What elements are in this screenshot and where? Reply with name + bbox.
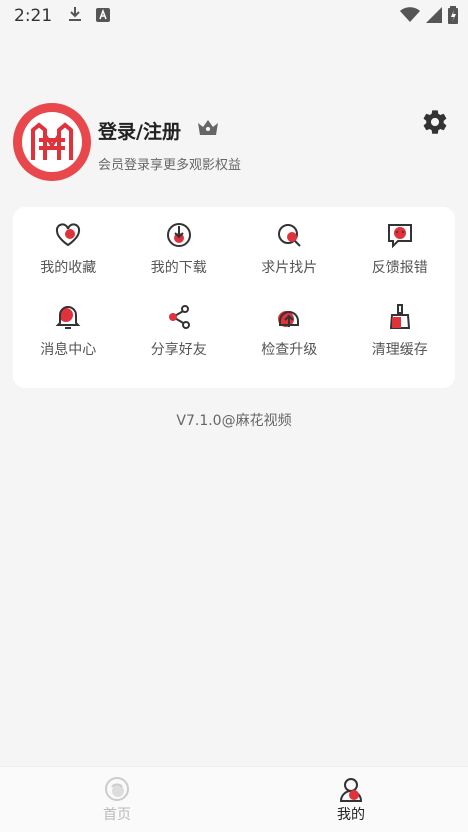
menu-item-share[interactable]: 分享好友 (124, 303, 235, 385)
nav-mine[interactable]: 我的 (234, 767, 468, 832)
status-bar: 2:21 (0, 0, 468, 32)
wifi-icon (400, 7, 420, 27)
nav-home[interactable]: 首页 (0, 767, 234, 832)
menu-item-request-film[interactable]: 求片找片 (234, 221, 345, 303)
broom-icon (386, 303, 414, 331)
avatar[interactable] (13, 103, 91, 181)
nav-label: 首页 (103, 806, 131, 823)
menu-label: 我的收藏 (40, 260, 97, 276)
version-text: V7.1.0@麻花视频 (176, 413, 292, 429)
home-icon (104, 776, 130, 802)
menu-item-messages[interactable]: 消息中心 (13, 303, 124, 385)
menu-card: 我的收藏 我的下载 求片找片 反馈报错 消息中心 分享好友 检查升级 清理缓存 (13, 207, 455, 388)
menu-label: 我的下载 (150, 260, 207, 276)
nav-label: 我的 (337, 806, 365, 823)
profile-subtitle: 会员登录享更多观影权益 (98, 158, 242, 173)
upgrade-icon (275, 303, 303, 331)
menu-label: 反馈报错 (371, 260, 428, 276)
signal-icon (426, 7, 442, 27)
battery-icon (448, 6, 458, 28)
menu-item-check-update[interactable]: 检查升级 (234, 303, 345, 385)
bottom-nav: 首页 我的 (0, 766, 468, 832)
bell-icon (54, 303, 82, 331)
download-status-icon (68, 6, 82, 26)
crown-icon (197, 118, 219, 140)
menu-label: 求片找片 (261, 260, 318, 276)
user-icon (338, 776, 364, 802)
search-film-icon (275, 221, 303, 249)
menu-label: 分享好友 (150, 341, 207, 358)
login-register-link[interactable]: 登录/注册 (98, 117, 181, 144)
feedback-icon (386, 221, 414, 249)
app-logo-icon (22, 112, 82, 172)
share-icon (165, 303, 193, 331)
settings-gear-icon[interactable] (421, 108, 449, 136)
status-right (400, 6, 458, 28)
profile-header[interactable]: 登录/注册 会员登录享更多观影权益 (13, 103, 455, 183)
menu-item-favorites[interactable]: 我的收藏 (13, 221, 124, 303)
menu-item-clear-cache[interactable]: 清理缓存 (345, 303, 456, 385)
menu-label: 消息中心 (40, 341, 97, 358)
menu-item-feedback[interactable]: 反馈报错 (345, 221, 456, 303)
app-notification-icon (96, 7, 111, 26)
menu-item-downloads[interactable]: 我的下载 (124, 221, 235, 303)
status-time: 2:21 (14, 6, 53, 26)
menu-label: 检查升级 (261, 341, 318, 358)
download-icon (165, 221, 193, 249)
heart-icon (54, 221, 82, 249)
menu-label: 清理缓存 (371, 341, 428, 358)
